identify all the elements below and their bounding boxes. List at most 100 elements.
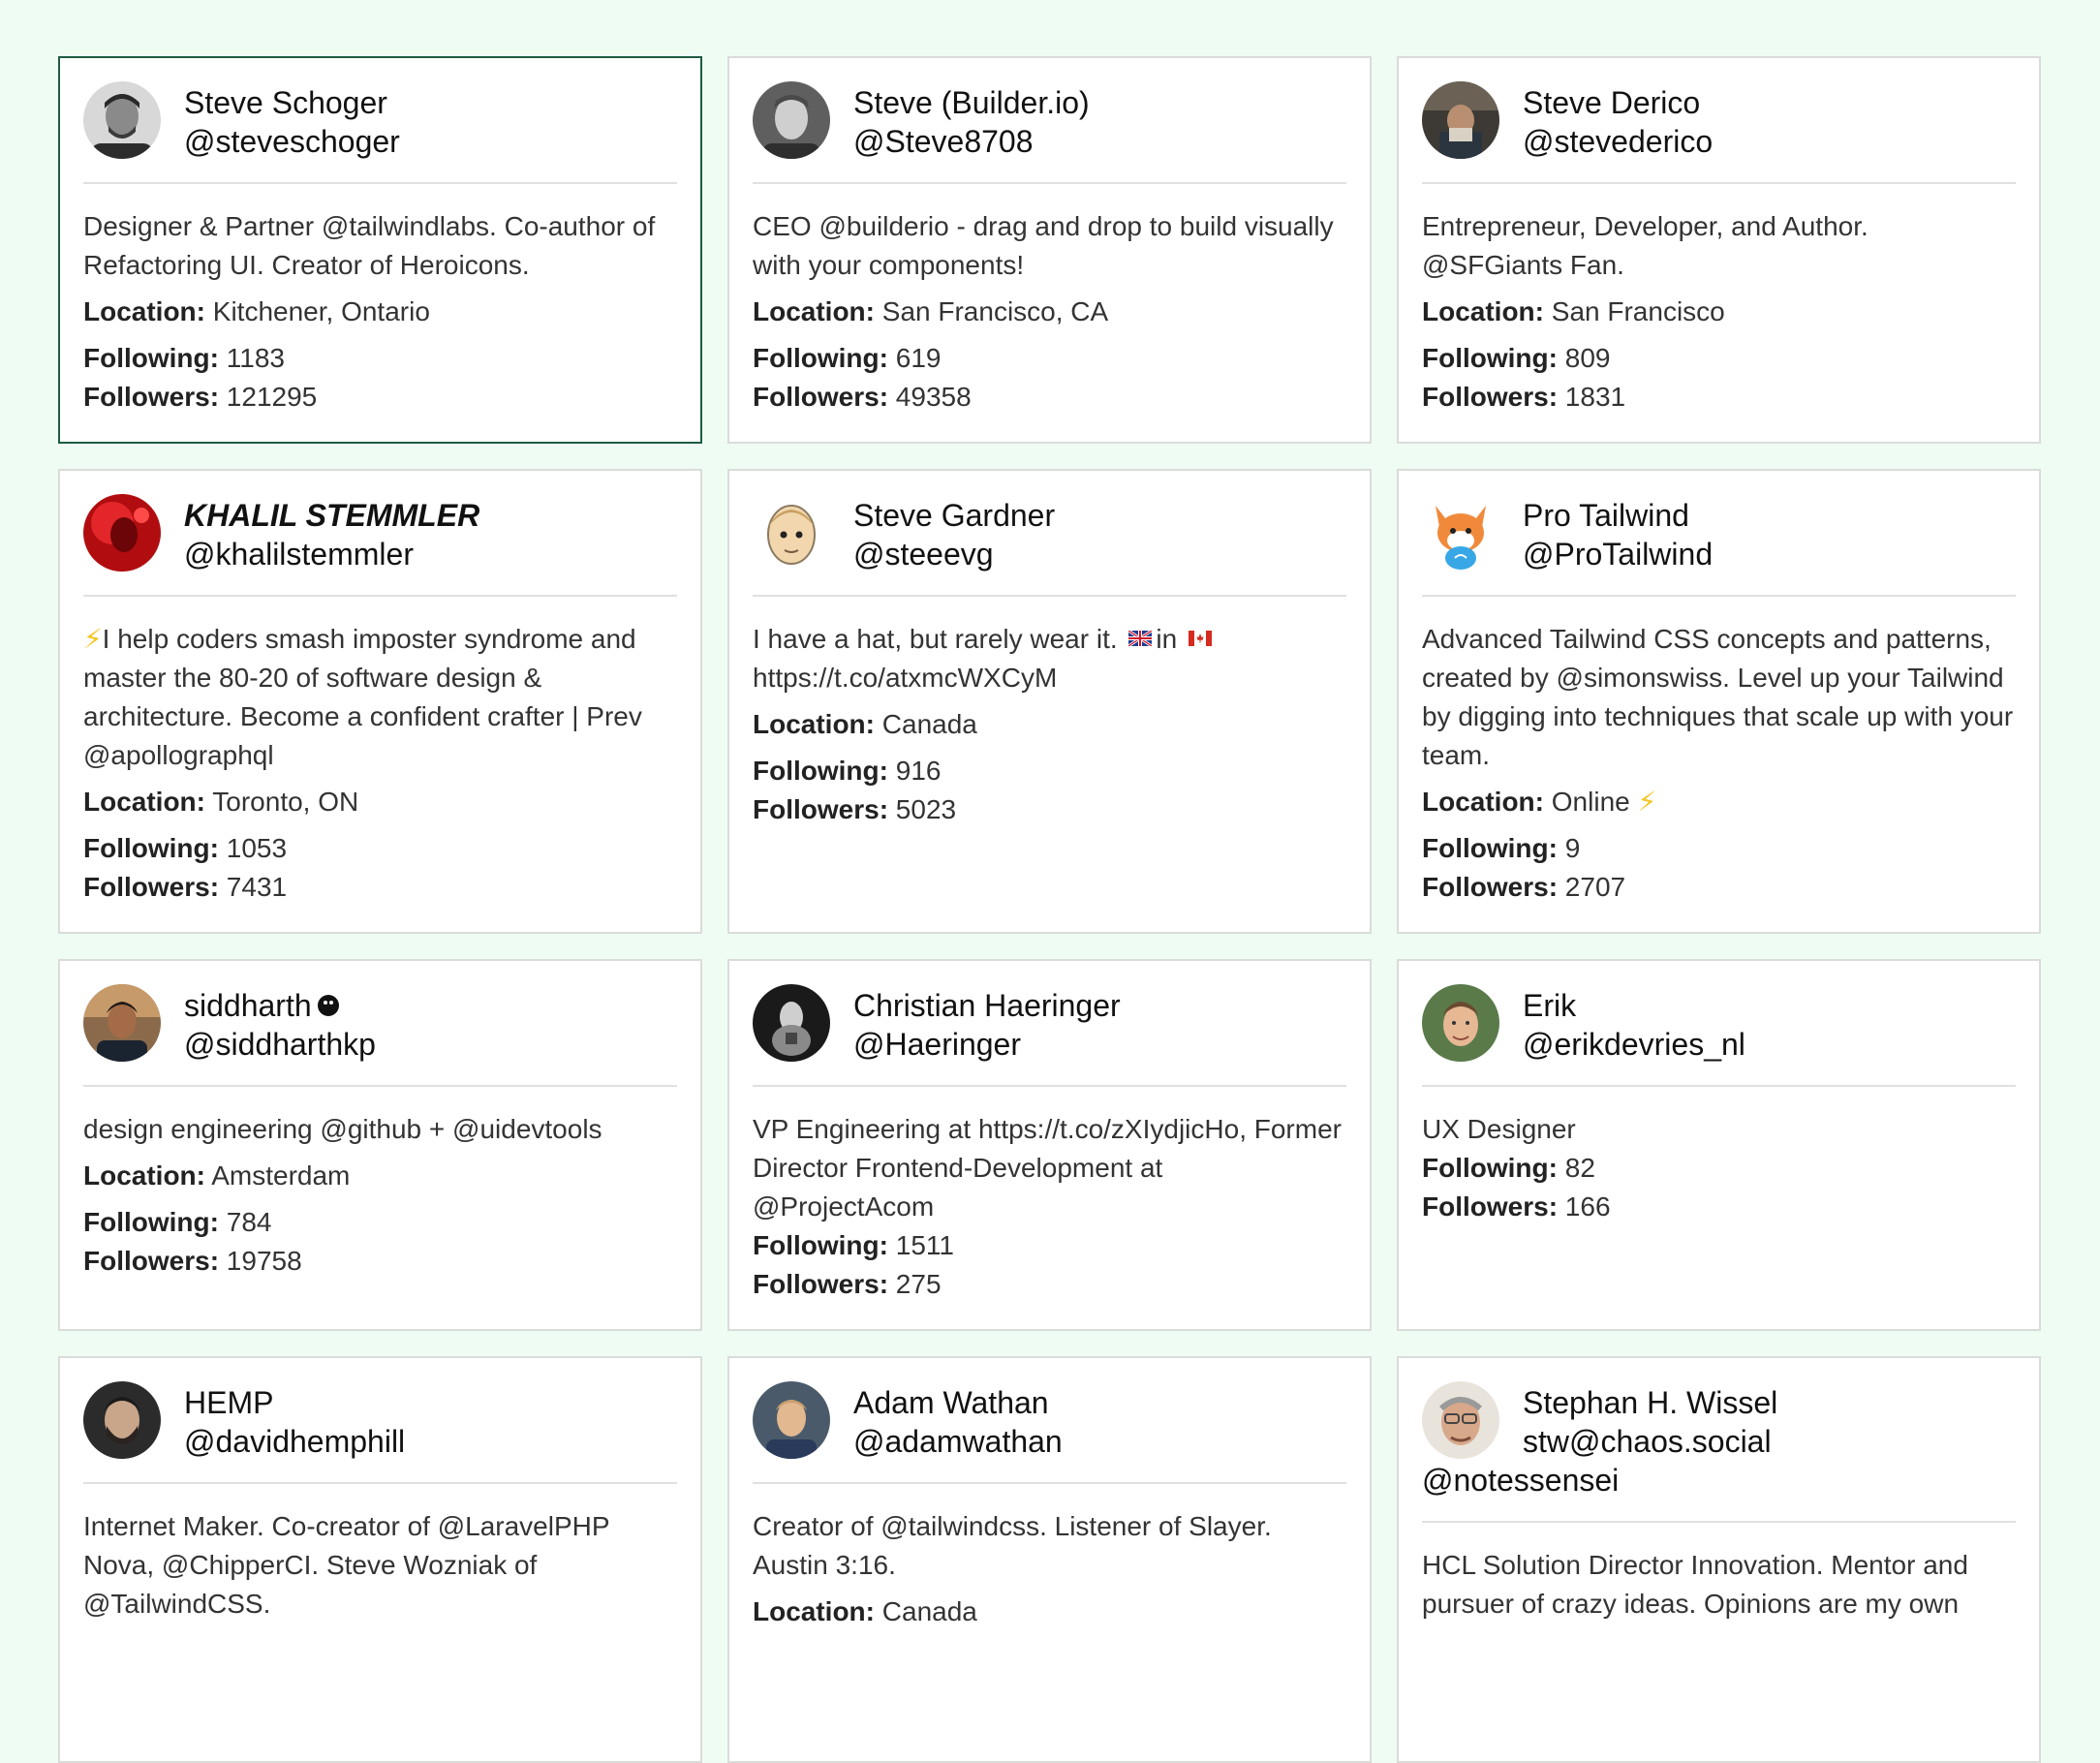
card-header: HEMP @davidhemphill: [83, 1381, 677, 1461]
bio-text: VP Engineering at https://t.co/zXIydjicH…: [753, 1114, 1342, 1222]
card-header: Stephan H. Wissel stw@chaos.social: [1422, 1381, 2016, 1461]
display-name[interactable]: siddharth: [184, 986, 376, 1025]
profile-card-haeringer[interactable]: Christian Haeringer @Haeringer VP Engine…: [727, 959, 1372, 1331]
following-row: Following: 784: [83, 1203, 677, 1242]
location-label: Location:: [1422, 787, 1544, 817]
username-handle[interactable]: @Haeringer: [853, 1025, 1121, 1064]
following-count: 9: [1564, 833, 1581, 863]
lightning-icon: ⚡: [83, 624, 103, 654]
profile-grid: Steve Schoger @steveschoger Designer & P…: [58, 56, 2042, 1763]
username-handle[interactable]: @erikdevries_nl: [1523, 1025, 1745, 1064]
profile-card-notessensei[interactable]: Stephan H. Wissel stw@chaos.social @note…: [1397, 1356, 2041, 1763]
bio-text: UX Designer: [1422, 1114, 1576, 1144]
profile-card-erikdevries[interactable]: Erik @erikdevries_nl UX Designer Followi…: [1397, 959, 2041, 1331]
profile-card-khalilstemmler[interactable]: KHALIL STEMMLER @khalilstemmler ⚡I help …: [58, 469, 702, 934]
followers-count: 19758: [226, 1246, 302, 1276]
followers-count: 121295: [226, 382, 318, 412]
display-name[interactable]: Stephan H. Wissel: [1523, 1383, 1777, 1422]
display-name[interactable]: Adam Wathan: [853, 1383, 1063, 1422]
location-value: Kitchener, Ontario: [212, 296, 430, 326]
following-count: 916: [895, 756, 942, 786]
avatar[interactable]: [753, 494, 830, 572]
following-count: 1511: [895, 1230, 954, 1260]
name-block: Steve Schoger @steveschoger: [184, 81, 400, 161]
name-block: siddharth @siddharthkp: [184, 984, 376, 1064]
followers-row: Followers: 7431: [83, 868, 677, 907]
smiley-icon: [317, 994, 339, 1016]
avatar[interactable]: [753, 1381, 830, 1459]
profile-card-steve8708[interactable]: Steve (Builder.io) @Steve8708 CEO @build…: [727, 56, 1372, 444]
avatar[interactable]: [83, 81, 161, 159]
profile-card-adamwathan[interactable]: Adam Wathan @adamwathan Creator of @tail…: [727, 1356, 1372, 1763]
mastodon-handle[interactable]: stw@chaos.social: [1523, 1422, 1777, 1461]
display-name[interactable]: Steve Derico: [1523, 83, 1713, 122]
username-handle[interactable]: @stevederico: [1523, 122, 1713, 161]
following-label: Following:: [753, 1230, 888, 1260]
display-name[interactable]: KHALIL STEMMLER: [184, 496, 479, 535]
avatar[interactable]: [1422, 494, 1499, 572]
following-count: 809: [1564, 343, 1611, 373]
display-name[interactable]: Steve Gardner: [853, 496, 1055, 535]
avatar[interactable]: [753, 984, 830, 1062]
display-name[interactable]: HEMP: [184, 1383, 405, 1422]
bio-text: I have a hat, but rarely wear it. in htt…: [753, 620, 1346, 697]
bio-text: Designer & Partner @tailwindlabs. Co-aut…: [83, 211, 656, 280]
profile-card-davidhemphill[interactable]: HEMP @davidhemphill Internet Maker. Co-c…: [58, 1356, 702, 1763]
location-row: Location: Canada: [753, 705, 1346, 744]
card-header: Steve Schoger @steveschoger: [83, 81, 677, 161]
location-value: Canada: [881, 709, 977, 739]
avatar[interactable]: [1422, 1381, 1499, 1459]
profile-card-steveschoger[interactable]: Steve Schoger @steveschoger Designer & P…: [58, 56, 702, 444]
location-value: Toronto, ON: [212, 787, 359, 817]
display-name[interactable]: Steve (Builder.io): [853, 83, 1090, 122]
bio-text: ⚡I help coders smash imposter syndrome a…: [83, 620, 677, 775]
display-name[interactable]: Erik: [1523, 986, 1745, 1025]
name-block: Steve (Builder.io) @Steve8708: [853, 81, 1090, 161]
followers-row: Followers: 19758: [83, 1242, 677, 1281]
profile-card-steeevg[interactable]: Steve Gardner @steeevg I have a hat, but…: [727, 469, 1372, 934]
bio-body: I help coders smash imposter syndrome an…: [83, 624, 642, 770]
card-header: Steve (Builder.io) @Steve8708: [753, 81, 1346, 161]
avatar[interactable]: [1422, 81, 1499, 159]
card-header: KHALIL STEMMLER @khalilstemmler: [83, 494, 677, 573]
followers-label: Followers:: [1422, 872, 1559, 902]
avatar[interactable]: [83, 1381, 161, 1459]
following-row: Following: 619: [753, 339, 1346, 378]
username-handle[interactable]: @davidhemphill: [184, 1422, 405, 1461]
followers-count: 7431: [226, 872, 288, 902]
display-name[interactable]: Christian Haeringer: [853, 986, 1121, 1025]
username-handle[interactable]: @Steve8708: [853, 122, 1090, 161]
bio-text: Internet Maker. Co-creator of @LaravelPH…: [83, 1511, 610, 1619]
bio-text: Creator of @tailwindcss. Listener of Sla…: [753, 1511, 1272, 1580]
username-handle[interactable]: @notessensei: [1422, 1461, 2016, 1500]
divider: [83, 595, 677, 597]
display-name[interactable]: Steve Schoger: [184, 83, 400, 122]
bio-link[interactable]: https://t.co/atxmcWXCyM: [753, 663, 1057, 693]
profile-card-siddharthkp[interactable]: siddharth @siddharthkp design engineerin…: [58, 959, 702, 1331]
username-handle[interactable]: @ProTailwind: [1523, 535, 1713, 573]
following-count: 82: [1564, 1153, 1595, 1183]
avatar[interactable]: [83, 494, 161, 572]
avatar[interactable]: [753, 81, 830, 159]
bio-part: I have a hat, but rarely wear it.: [753, 624, 1118, 654]
followers-row: Followers: 166: [1422, 1188, 2016, 1226]
username-handle[interactable]: @steveschoger: [184, 122, 400, 161]
avatar[interactable]: [83, 984, 161, 1062]
followers-row: Followers: 2707: [1422, 868, 2016, 907]
display-name-text: siddharth: [184, 988, 312, 1023]
avatar[interactable]: [1422, 984, 1499, 1062]
following-label: Following:: [1422, 833, 1558, 863]
username-handle[interactable]: @khalilstemmler: [184, 535, 479, 573]
divider: [83, 182, 677, 184]
profile-card-stevederico[interactable]: Steve Derico @stevederico Entrepreneur, …: [1397, 56, 2041, 444]
location-row: Location: San Francisco: [1422, 293, 2016, 331]
username-handle[interactable]: @adamwathan: [853, 1422, 1063, 1461]
card-header: Adam Wathan @adamwathan: [753, 1381, 1346, 1461]
username-handle[interactable]: @siddharthkp: [184, 1025, 376, 1064]
username-handle[interactable]: @steeevg: [853, 535, 1055, 573]
location-label: Location:: [753, 1596, 875, 1626]
card-header: Pro Tailwind @ProTailwind: [1422, 494, 2016, 573]
profile-card-protailwind[interactable]: Pro Tailwind @ProTailwind Advanced Tailw…: [1397, 469, 2041, 934]
following-row: Following: 1183: [83, 339, 677, 378]
display-name[interactable]: Pro Tailwind: [1523, 496, 1713, 535]
